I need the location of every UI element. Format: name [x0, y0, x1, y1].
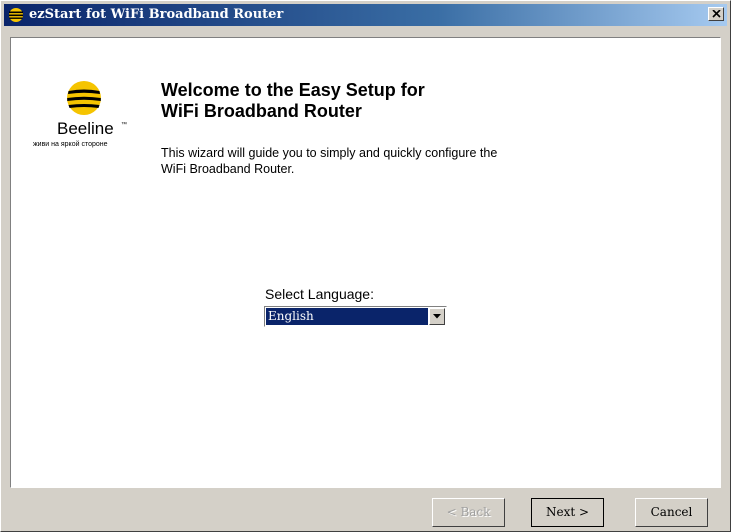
welcome-description: This wizard will guide you to simply and…	[161, 145, 497, 177]
wizard-content-panel: Beeline ™ живи на яркой стороне Welcome …	[10, 37, 721, 488]
language-selected-value: English	[266, 308, 428, 325]
welcome-heading-line1: Welcome to the Easy Setup for	[161, 80, 425, 100]
beeline-ball-icon	[67, 81, 101, 115]
beeline-logo: Beeline ™ живи на яркой стороне	[33, 80, 143, 154]
beeline-app-icon	[9, 8, 23, 22]
language-dropdown-button[interactable]	[429, 308, 445, 325]
logo-wordmark: Beeline	[57, 119, 114, 138]
welcome-description-line1: This wizard will guide you to simply and…	[161, 146, 498, 160]
language-label: Select Language:	[265, 286, 374, 302]
back-button[interactable]: < Back	[432, 498, 505, 527]
logo-trademark: ™	[121, 122, 127, 128]
window-title: ezStart fot WiFi Broadband Router	[29, 7, 284, 22]
close-icon	[712, 10, 721, 18]
chevron-down-icon	[433, 314, 441, 319]
setup-wizard-window: ezStart fot WiFi Broadband Router Beelin…	[0, 0, 731, 532]
next-button[interactable]: Next >	[531, 498, 604, 527]
title-bar[interactable]: ezStart fot WiFi Broadband Router	[4, 4, 727, 26]
language-select[interactable]: English	[264, 306, 447, 327]
close-button[interactable]	[708, 7, 724, 21]
welcome-description-line2: WiFi Broadband Router.	[161, 162, 295, 176]
logo-slogan: живи на яркой стороне	[33, 141, 108, 148]
cancel-button[interactable]: Cancel	[635, 498, 708, 527]
welcome-heading-line2: WiFi Broadband Router	[161, 101, 362, 121]
welcome-heading: Welcome to the Easy Setup for WiFi Broad…	[161, 80, 425, 122]
